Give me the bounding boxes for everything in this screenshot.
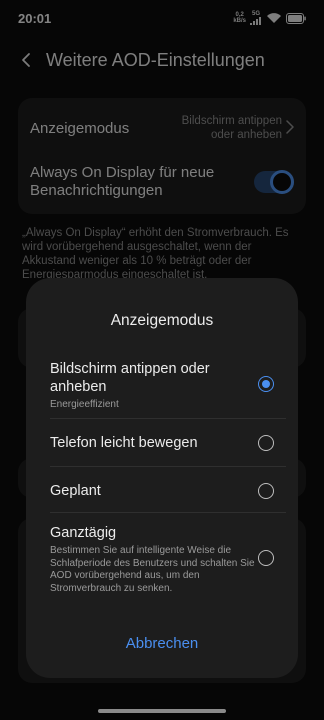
option-tap-or-lift[interactable]: Bildschirm antippen oder anheben Energie… [50,360,286,412]
option-all-day[interactable]: Ganztägig Bestimmen Sie auf intelligente… [50,524,286,595]
option-label: Telefon leicht bewegen [50,435,198,451]
radio-button[interactable] [258,550,274,566]
radio-button[interactable] [258,483,274,499]
divider [50,466,286,467]
option-scheduled[interactable]: Geplant [50,482,286,500]
option-sublabel: Energieeffizient [50,399,119,410]
divider [50,512,286,513]
option-label: Ganztägig [50,525,117,541]
divider [50,418,286,419]
option-label: Geplant [50,483,101,499]
home-indicator[interactable] [98,709,226,713]
cancel-button[interactable]: Abbrechen [26,635,298,652]
option-move-slightly[interactable]: Telefon leicht bewegen [50,434,286,452]
option-label: Bildschirm antippen oder anheben [50,361,210,395]
option-sublabel: Bestimmen Sie auf intelligente Weise die… [50,545,255,594]
display-mode-dialog: Anzeigemodus Bildschirm antippen oder an… [26,278,298,678]
radio-button-selected[interactable] [258,376,274,392]
dialog-title: Anzeigemodus [110,312,214,329]
radio-button[interactable] [258,435,274,451]
